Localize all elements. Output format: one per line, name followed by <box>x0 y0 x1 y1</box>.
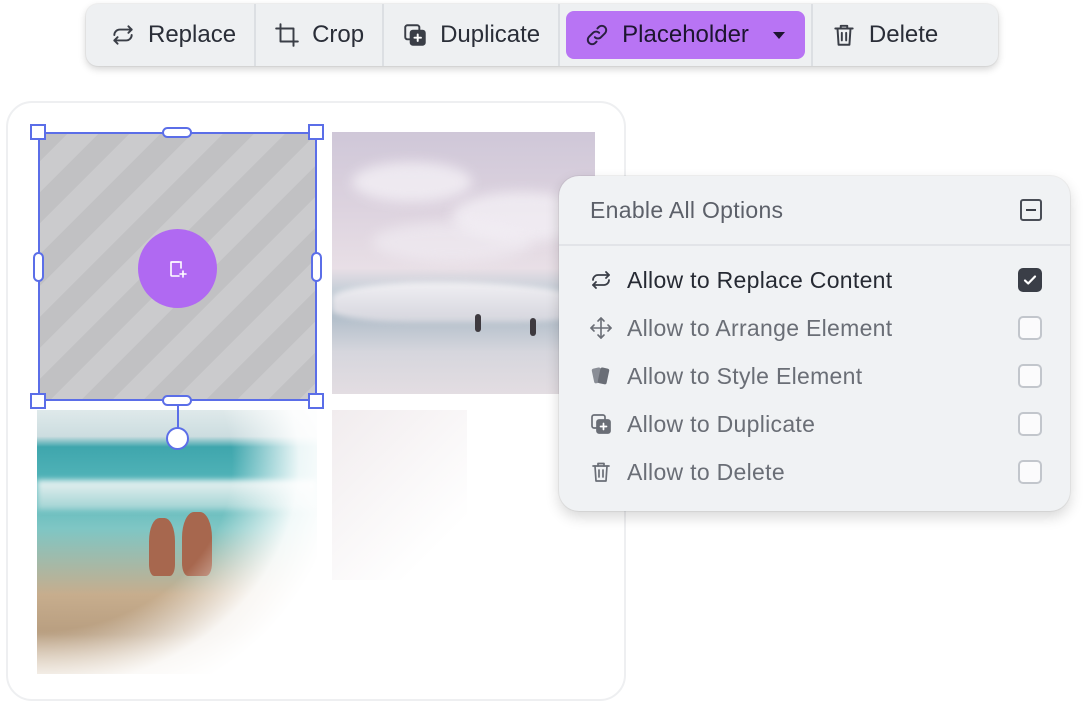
toolbar-divider <box>558 4 561 66</box>
option-label: Allow to Arrange Element <box>627 314 893 341</box>
add-image-button[interactable] <box>138 229 217 308</box>
crop-button[interactable]: Crop <box>256 11 382 59</box>
sea-waves-photo[interactable] <box>332 132 595 394</box>
style-cards-icon <box>591 367 610 385</box>
delete-checkbox[interactable] <box>1018 460 1042 484</box>
replace-icon <box>113 25 133 45</box>
add-image-icon <box>169 260 187 278</box>
faded-photo-slot <box>332 410 467 580</box>
checkmark-icon <box>1023 275 1037 285</box>
placeholder-button-label: Placeholder <box>622 21 749 48</box>
move-arrows-icon <box>590 317 612 339</box>
option-label: Allow to Style Element <box>627 362 863 389</box>
duplicate-button[interactable]: Duplicate <box>384 11 558 59</box>
option-label: Allow to Duplicate <box>627 410 816 437</box>
option-style-element[interactable]: Allow to Style Element <box>559 352 1070 400</box>
resize-handle-bottom-right[interactable] <box>308 393 324 409</box>
option-label: Allow to Delete <box>627 458 785 485</box>
caret-down-icon <box>772 32 785 39</box>
element-toolbar: Replace Crop Duplicate Placeholder Delet… <box>86 4 998 66</box>
option-duplicate[interactable]: Allow to Duplicate <box>559 400 1070 448</box>
resize-handle-top-right[interactable] <box>308 124 324 140</box>
option-delete[interactable]: Allow to Delete <box>559 448 1070 496</box>
replace-button-label: Replace <box>148 21 237 48</box>
duplicate-icon <box>591 414 611 434</box>
resize-handle-top[interactable] <box>162 127 192 138</box>
enable-all-checkbox[interactable] <box>1020 199 1042 221</box>
enable-all-options-label: Enable All Options <box>590 196 784 223</box>
placeholder-options-panel: Enable All Options Allow to Replace Cont… <box>559 176 1070 511</box>
delete-button[interactable]: Delete <box>813 11 956 59</box>
crop-icon <box>275 23 299 47</box>
replace-icon <box>592 271 610 289</box>
rotate-handle[interactable] <box>166 427 189 450</box>
resize-handle-right[interactable] <box>311 252 322 282</box>
replace-button[interactable]: Replace <box>92 11 254 59</box>
replace-content-checkbox[interactable] <box>1018 268 1042 292</box>
crop-button-label: Crop <box>312 21 365 48</box>
resize-handle-bottom-left[interactable] <box>30 393 46 409</box>
option-label: Allow to Replace Content <box>627 266 893 293</box>
trash-icon <box>834 24 854 46</box>
option-replace-content[interactable]: Allow to Replace Content <box>559 256 1070 304</box>
resize-handle-left[interactable] <box>33 252 44 282</box>
style-element-checkbox[interactable] <box>1018 364 1042 388</box>
placeholder-dropdown-button[interactable]: Placeholder <box>566 11 805 59</box>
duplicate-icon <box>404 24 426 46</box>
option-arrange-element[interactable]: Allow to Arrange Element <box>559 304 1070 352</box>
duplicate-checkbox[interactable] <box>1018 412 1042 436</box>
resize-handle-top-left[interactable] <box>30 124 46 140</box>
trash-icon <box>592 462 610 482</box>
arrange-element-checkbox[interactable] <box>1018 316 1042 340</box>
enable-all-options-row[interactable]: Enable All Options <box>559 176 1070 246</box>
link-icon <box>587 24 608 46</box>
delete-button-label: Delete <box>868 21 939 48</box>
duplicate-button-label: Duplicate <box>440 21 541 48</box>
